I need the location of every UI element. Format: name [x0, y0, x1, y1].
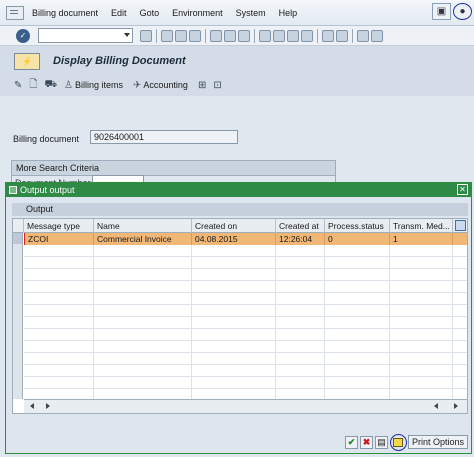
scroll-left-icon[interactable] — [30, 403, 34, 409]
toolbar-separator — [156, 28, 157, 43]
accounting-button[interactable]: ✈ Accounting — [133, 80, 188, 91]
document-flow-icon[interactable]: ⚡ — [14, 53, 40, 70]
menu-environment[interactable]: Environment — [172, 8, 223, 18]
confirm-check-icon[interactable]: ✔ — [344, 435, 358, 449]
column-header[interactable]: Message type — [24, 219, 94, 233]
standard-toolbar: ✓ — [0, 26, 474, 46]
billing-document-field[interactable]: 9026400001 — [90, 130, 238, 144]
next-page-icon[interactable] — [287, 29, 299, 42]
new-session-icon[interactable] — [322, 29, 334, 42]
save-icon[interactable] — [140, 29, 152, 42]
accounting-icon: ✈ — [133, 79, 142, 91]
dialog-titlebar: Output output ✕ — [6, 183, 471, 197]
row-selector-column — [13, 233, 23, 399]
toolbar-separator — [254, 28, 255, 43]
cancel-icon[interactable] — [189, 29, 201, 42]
dialog-title: Output output — [20, 185, 75, 195]
more-search-criteria-title: More Search Criteria — [12, 161, 335, 176]
menu-bar: Billing document Edit Goto Environment S… — [0, 0, 474, 26]
output-icon[interactable]: ⊡ — [213, 80, 221, 91]
cell-created-on[interactable]: 04.08.2015 — [192, 233, 276, 245]
cancel-x-icon[interactable]: ✖ — [359, 435, 373, 449]
enter-icon[interactable]: ✓ — [16, 28, 30, 43]
dialog-footer: ✔ ✖ ▤ Print Options — [6, 431, 471, 453]
cell-created-at[interactable]: 12:26:04 — [276, 233, 325, 245]
output-table: Message type Name Created on Created at … — [12, 218, 468, 414]
toolbar-separator — [205, 28, 206, 43]
tree-icon[interactable]: ⊞ — [198, 80, 206, 91]
column-header[interactable]: Created at — [276, 219, 325, 233]
billing-items-icon: ♙ — [64, 79, 73, 91]
billing-document-label: Billing document — [13, 134, 80, 144]
output-dialog: Output output ✕ Output Message type Name… — [5, 182, 472, 454]
edit-pencil-icon[interactable]: ✎ — [14, 80, 22, 91]
title-area: ⚡ Display Billing Document ✎ 🗋 ⛟ ♙ Billi… — [0, 46, 474, 96]
table-row[interactable]: ZCOI Commercial Invoice 04.08.2015 12:26… — [24, 233, 467, 245]
close-icon[interactable]: ✕ — [457, 184, 468, 195]
select-all-column[interactable] — [13, 219, 24, 233]
document-flow-red-icon[interactable]: ⛟ — [44, 79, 57, 92]
shortcut-icon[interactable] — [336, 29, 348, 42]
horizontal-scrollbar[interactable] — [24, 399, 467, 413]
help-icon[interactable] — [357, 29, 369, 42]
empty-rows — [24, 245, 467, 399]
menu-help[interactable]: Help — [279, 8, 298, 18]
application-toolbar: ✎ 🗋 ⛟ ♙ Billing items ✈ Accounting ⊞ ⊡ — [14, 77, 229, 93]
column-header[interactable]: Process.status — [325, 219, 390, 233]
menu-app-icon[interactable] — [6, 5, 24, 20]
print-options-icon[interactable] — [389, 433, 407, 451]
print-icon[interactable] — [210, 29, 222, 42]
window-controls: ▣ ● — [432, 3, 472, 20]
column-header[interactable]: Transm. Med... — [390, 219, 453, 233]
display-document-icon[interactable]: 🗋 — [29, 77, 37, 94]
menu-edit[interactable]: Edit — [111, 8, 127, 18]
cell-message-type[interactable]: ZCOI — [24, 233, 94, 245]
column-header[interactable]: Created on — [192, 219, 276, 233]
command-field-dropdown-icon[interactable] — [124, 33, 130, 37]
page-title: Display Billing Document — [53, 55, 186, 67]
find-next-icon[interactable] — [238, 29, 250, 42]
menu-goto[interactable]: Goto — [140, 8, 160, 18]
layout-menu-icon[interactable] — [371, 29, 383, 42]
toolbar-separator — [352, 28, 353, 43]
printer-icon — [393, 437, 404, 447]
menu-system[interactable]: System — [236, 8, 266, 18]
previous-page-icon[interactable] — [273, 29, 285, 42]
find-icon[interactable] — [224, 29, 236, 42]
last-page-icon[interactable] — [301, 29, 313, 42]
toolbar-separator — [317, 28, 318, 43]
scroll-right-icon[interactable] — [46, 403, 50, 409]
dialog-icon — [9, 186, 17, 194]
exit-icon[interactable] — [175, 29, 187, 42]
scroll-left-icon[interactable] — [434, 403, 438, 409]
scroll-right-icon[interactable] — [454, 403, 458, 409]
accounting-label: Accounting — [143, 80, 188, 90]
back-icon[interactable] — [161, 29, 173, 42]
column-header[interactable]: Name — [94, 219, 192, 233]
billing-items-button[interactable]: ♙ Billing items — [64, 80, 123, 91]
row-selector[interactable] — [13, 233, 22, 244]
first-page-icon[interactable] — [259, 29, 271, 42]
column-layout-icon[interactable] — [455, 220, 466, 231]
cell-process-status[interactable]: 0 — [325, 233, 390, 245]
table-title: Output — [12, 203, 468, 216]
cell-name[interactable]: Commercial Invoice — [94, 233, 192, 245]
print-options-button[interactable]: Print Options — [407, 435, 468, 449]
command-field[interactable] — [38, 28, 133, 43]
window-menu-icon[interactable]: ▣ — [432, 3, 451, 20]
cell-transmission-medium[interactable]: 1 — [390, 233, 453, 245]
billing-items-label: Billing items — [75, 80, 124, 90]
table-header: Message type Name Created on Created at … — [13, 219, 467, 233]
customize-layout-icon[interactable]: ● — [453, 3, 472, 20]
print-preview-icon[interactable]: ▤ — [374, 435, 388, 449]
menu-billing-document[interactable]: Billing document — [32, 8, 98, 18]
